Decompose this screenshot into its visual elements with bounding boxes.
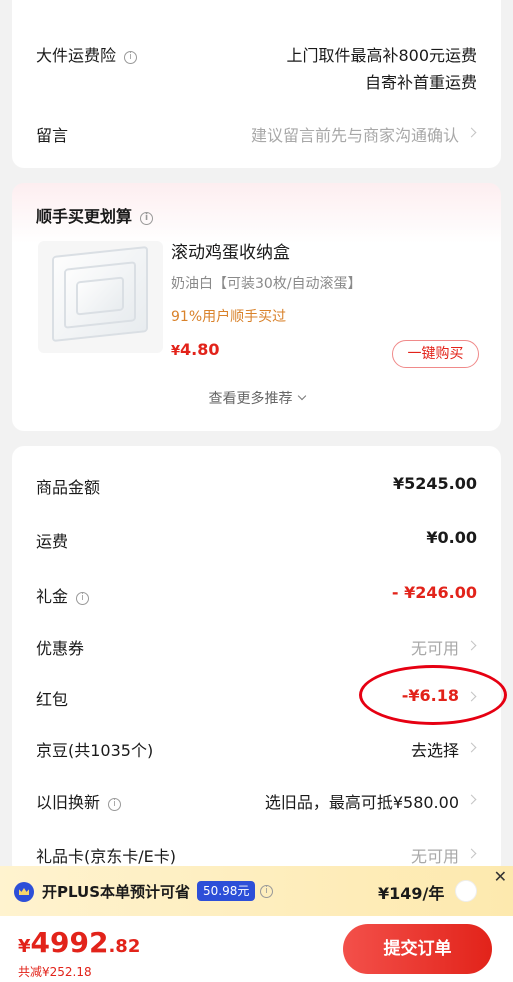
submit-order-button[interactable]: 提交订单 (343, 924, 492, 974)
product-name[interactable]: 滚动鸡蛋收纳盒 (171, 238, 290, 263)
gift-card-label: 礼品卡(京东卡/E卡) (36, 847, 176, 866)
info-icon[interactable]: i (124, 51, 138, 64)
gift-card-row[interactable]: 礼品卡(京东卡/E卡) 无可用 (36, 843, 477, 866)
goods-amount-value: ¥5245.00 (392, 474, 477, 493)
plus-promo-text: 开PLUS本单预计可省 (42, 883, 191, 901)
order-options-card: 大件运费险 i 上门取件最高补800元运费 自寄补首重运费 留言 建议留言前先与商… (12, 0, 501, 168)
info-icon[interactable]: i (108, 798, 122, 811)
shipping-fee-value: ¥0.00 (426, 528, 477, 547)
chevron-right-icon (466, 794, 477, 805)
see-more-recommendations[interactable]: 查看更多推荐 (12, 388, 501, 408)
addon-card: 顺手买更划算 i 滚动鸡蛋收纳盒 奶油白【可装30枚/自动滚蛋】 91%用户顺手买… (12, 183, 501, 431)
jd-beans-value: 去选择 (410, 741, 459, 760)
gift-money-label: 礼金 (36, 587, 69, 606)
coupon-row[interactable]: 优惠券 无可用 (36, 635, 477, 658)
gift-card-value: 无可用 (410, 847, 459, 866)
goods-amount-row: 商品金额 ¥5245.00 (36, 474, 477, 497)
addon-title: 顺手买更划算 (36, 207, 133, 226)
social-proof: 91%用户顺手买过 (171, 309, 287, 325)
trade-in-value: 选旧品，最高可抵¥580.00 (264, 793, 459, 812)
trade-in-row[interactable]: 以旧换新 i 选旧品，最高可抵¥580.00 (36, 789, 477, 812)
chevron-right-icon (466, 848, 477, 859)
shipping-insurance-line1: 上门取件最高补800元运费 (286, 46, 477, 65)
goods-amount-label: 商品金额 (36, 478, 101, 497)
chevron-down-icon (297, 391, 306, 401)
shipping-insurance-row[interactable]: 大件运费险 i 上门取件最高补800元运费 自寄补首重运费 (36, 42, 477, 92)
product-spec: 奶油白【可装30枚/自动滚蛋】 (171, 276, 362, 292)
info-icon[interactable]: i (260, 885, 273, 898)
shipping-insurance-line2: 自寄补首重运费 (364, 73, 477, 92)
gift-money-row[interactable]: 礼金 i - ¥246.00 (36, 583, 477, 606)
coupon-label: 优惠券 (36, 639, 85, 658)
shipping-insurance-label: 大件运费险 (36, 46, 117, 65)
plus-save-badge: 50.98元 (197, 881, 256, 901)
message-row[interactable]: 留言 建议留言前先与商家沟通确认 (36, 122, 477, 145)
total-discount: 共减¥252.18 (18, 965, 92, 979)
message-placeholder: 建议留言前先与商家沟通确认 (250, 126, 459, 145)
close-icon[interactable]: ✕ (494, 867, 507, 886)
checkout-bar: ¥4992.82 共减¥252.18 提交订单 (0, 916, 513, 982)
trade-in-label: 以旧换新 (36, 793, 101, 812)
message-label: 留言 (36, 126, 69, 145)
plus-select-radio[interactable] (455, 880, 477, 902)
info-icon[interactable]: i (140, 212, 154, 225)
chevron-right-icon (466, 640, 477, 651)
red-packet-label: 红包 (36, 690, 69, 709)
price-summary-card: 商品金额 ¥5245.00 运费 ¥0.00 礼金 i - ¥246.00 优惠券… (12, 446, 501, 876)
plus-promo-bar[interactable]: 开PLUS本单预计可省 50.98元 i ¥149/年 ✕ (0, 866, 513, 916)
chevron-right-icon (466, 742, 477, 753)
shipping-fee-label: 运费 (36, 532, 69, 551)
chevron-right-icon (466, 127, 477, 138)
product-price: ¥4.80 (171, 340, 220, 359)
jd-beans-label: 京豆(共1035个) (36, 741, 154, 760)
info-icon[interactable]: i (76, 592, 90, 605)
shipping-fee-row: 运费 ¥0.00 (36, 528, 477, 551)
annotation-circle (359, 665, 507, 725)
plus-price: ¥149/年 (378, 884, 445, 903)
coupon-value: 无可用 (410, 639, 459, 658)
total-price: ¥4992.82 (18, 926, 141, 959)
product-thumbnail[interactable] (38, 241, 163, 353)
plus-crown-icon (14, 882, 34, 902)
one-click-buy-button[interactable]: 一键购买 (392, 340, 479, 368)
gift-money-value: - ¥246.00 (391, 583, 477, 602)
jd-beans-row[interactable]: 京豆(共1035个) 去选择 (36, 737, 477, 760)
